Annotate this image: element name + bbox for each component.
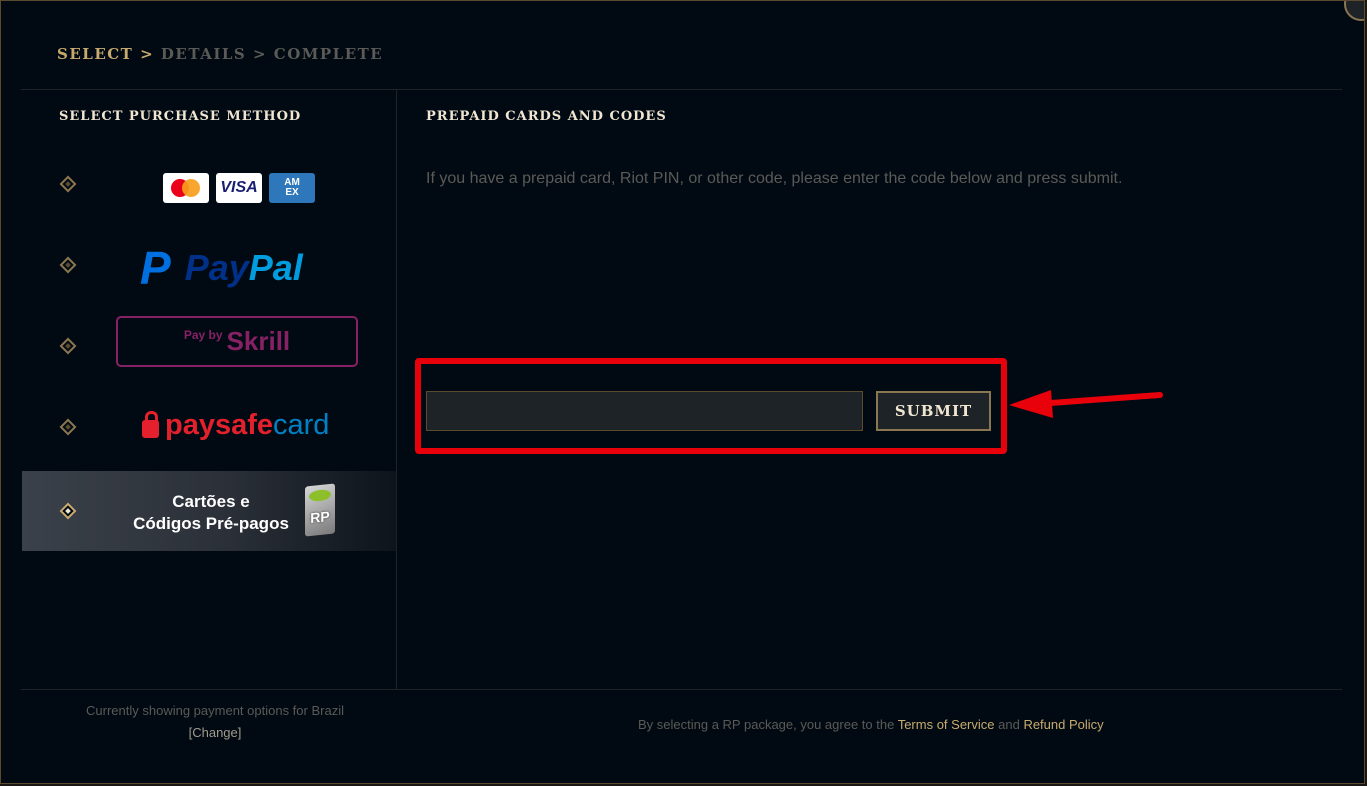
breadcrumb-separator: > bbox=[140, 45, 155, 63]
agreement-text: By selecting a RP package, you agree to … bbox=[638, 717, 1104, 732]
breadcrumb-select: SELECT bbox=[57, 45, 134, 63]
close-button[interactable] bbox=[1344, 1, 1364, 21]
amex-icon: AM EX bbox=[269, 173, 315, 203]
arrow-annotation-icon bbox=[1009, 390, 1163, 418]
bottom-divider bbox=[21, 689, 1342, 690]
top-divider bbox=[21, 89, 1342, 90]
country-info: Currently showing payment options for Br… bbox=[23, 700, 407, 744]
skrill-logo-icon: Pay by Skrill bbox=[116, 316, 358, 367]
paypal-logo-icon: P PayPal bbox=[140, 242, 303, 294]
rp-card-icon: RP bbox=[305, 483, 335, 537]
radio-diamond-icon bbox=[59, 175, 77, 193]
highlight-annotation bbox=[415, 358, 1007, 454]
card-logos: VISA AM EX bbox=[163, 173, 315, 203]
method-prepaid-codes[interactable]: Cartões e Códigos Pré-pagos RP bbox=[22, 471, 396, 551]
breadcrumb: SELECT > DETAILS > COMPLETE bbox=[57, 45, 383, 63]
visa-icon: VISA bbox=[216, 173, 262, 203]
breadcrumb-complete: COMPLETE bbox=[273, 45, 384, 63]
radio-diamond-icon bbox=[59, 337, 77, 355]
main-title: PREPAID CARDS AND CODES bbox=[426, 109, 667, 124]
terms-of-service-link[interactable]: Terms of Service bbox=[898, 717, 995, 732]
method-skrill[interactable]: Pay by Skrill bbox=[22, 306, 396, 386]
change-country-link[interactable]: [Change] bbox=[189, 725, 242, 740]
method-credit-cards[interactable]: VISA AM EX bbox=[22, 144, 396, 224]
breadcrumb-separator: > bbox=[252, 45, 268, 63]
radio-diamond-icon bbox=[59, 418, 77, 436]
purchase-modal: SELECT > DETAILS > COMPLETE SELECT PURCH… bbox=[0, 0, 1365, 784]
prepaid-label: Cartões e Códigos Pré-pagos bbox=[133, 492, 289, 533]
radio-diamond-icon bbox=[59, 502, 77, 520]
breadcrumb-details: DETAILS bbox=[160, 45, 247, 63]
method-paypal[interactable]: P PayPal bbox=[22, 225, 396, 305]
refund-policy-link[interactable]: Refund Policy bbox=[1023, 717, 1103, 732]
radio-diamond-icon bbox=[59, 256, 77, 274]
mastercard-icon bbox=[163, 173, 209, 203]
column-divider bbox=[396, 89, 397, 689]
paysafecard-logo-icon: paysafe card bbox=[142, 409, 329, 442]
instruction-text: If you have a prepaid card, Riot PIN, or… bbox=[426, 170, 1123, 187]
sidebar-title: SELECT PURCHASE METHOD bbox=[59, 109, 302, 124]
lock-icon bbox=[142, 410, 159, 438]
method-paysafecard[interactable]: paysafe card bbox=[22, 387, 396, 467]
country-text: Currently showing payment options for Br… bbox=[86, 703, 344, 718]
